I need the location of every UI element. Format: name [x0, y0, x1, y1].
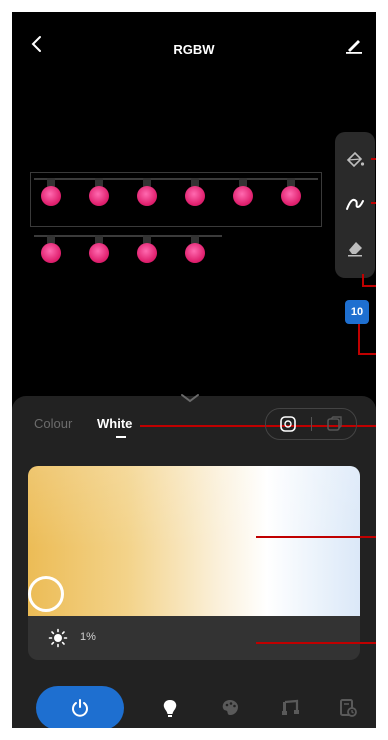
- paint-bucket-tool[interactable]: [344, 148, 366, 170]
- bulb-glass: [41, 243, 61, 263]
- strip-frame: [30, 172, 322, 227]
- music-icon: [282, 699, 299, 715]
- strip-bulb[interactable]: [136, 235, 158, 265]
- mode-toggle: [265, 408, 357, 440]
- strip-bulb[interactable]: [136, 178, 158, 208]
- app-screen: RGBW 10 Colour White 1%: [12, 12, 376, 728]
- bulb-glass: [137, 243, 157, 263]
- edit-button[interactable]: [342, 32, 366, 56]
- callout-line: [256, 536, 376, 538]
- strip-wire: [34, 178, 318, 180]
- strip-bulb[interactable]: [184, 235, 206, 265]
- picker-handle[interactable]: [28, 576, 64, 612]
- brightness-value: 1%: [80, 631, 96, 643]
- palette-mode-button[interactable]: [278, 414, 298, 434]
- tab-colour[interactable]: Colour: [34, 416, 72, 431]
- strip-bulb[interactable]: [184, 178, 206, 208]
- white-temperature-picker[interactable]: [28, 466, 360, 616]
- brightness-bar[interactable]: 1%: [28, 616, 360, 660]
- bulb-glass: [89, 186, 109, 206]
- toggle-divider: [311, 417, 312, 431]
- callout-line: [256, 642, 376, 644]
- bulb-glass: [89, 243, 109, 263]
- bulb-icon: [163, 700, 177, 717]
- sun-icon: [48, 628, 68, 648]
- collapse-button[interactable]: [176, 390, 204, 406]
- callout-line: [371, 202, 376, 204]
- eraser-tool[interactable]: [344, 236, 366, 258]
- bulb-glass: [185, 243, 205, 263]
- strip-bulb[interactable]: [280, 178, 302, 208]
- chevron-down-icon: [181, 394, 199, 403]
- eraser-icon: [348, 242, 362, 257]
- strip-bulb[interactable]: [232, 178, 254, 208]
- strip-bulb[interactable]: [88, 178, 110, 208]
- power-icon: [72, 699, 88, 717]
- palette-icon: [222, 700, 238, 715]
- picker-overlay: [28, 466, 360, 616]
- bulb-glass: [137, 186, 157, 206]
- page-title: RGBW: [173, 42, 215, 57]
- top-bar: RGBW: [12, 12, 376, 82]
- pencil-edit-icon: [346, 40, 362, 54]
- nav-bulb[interactable]: [158, 696, 182, 720]
- nav-timer[interactable]: [336, 696, 360, 720]
- nav-music[interactable]: [278, 696, 302, 720]
- callout-line: [358, 353, 376, 355]
- brightness-sun: [48, 628, 68, 648]
- strip-bulb[interactable]: [40, 235, 62, 265]
- callout-line: [371, 158, 376, 160]
- timer-icon: [340, 699, 357, 717]
- control-panel: Colour White 1%: [12, 394, 376, 728]
- paint-bucket-icon: [346, 151, 365, 168]
- drawing-toolbox: [335, 132, 375, 278]
- cube-mode-button[interactable]: [324, 414, 344, 434]
- callout-line: [358, 324, 360, 354]
- brush-icon: [346, 198, 364, 210]
- nav-palette[interactable]: [218, 696, 242, 720]
- bulb-glass: [281, 186, 301, 206]
- bulb-glass: [185, 186, 205, 206]
- brush-size-badge[interactable]: 10: [345, 300, 369, 324]
- brush-tool[interactable]: [344, 192, 366, 214]
- tab-white[interactable]: White: [97, 416, 132, 431]
- palette-mode-icon: [280, 416, 296, 432]
- cube-mode-icon: [327, 416, 342, 431]
- bulb-glass: [41, 186, 61, 206]
- bulb-glass: [233, 186, 253, 206]
- power-button[interactable]: [36, 686, 124, 728]
- callout-line: [362, 285, 376, 287]
- strip-bulb[interactable]: [40, 178, 62, 208]
- strip-bulb[interactable]: [88, 235, 110, 265]
- tab-active-indicator: [116, 436, 126, 438]
